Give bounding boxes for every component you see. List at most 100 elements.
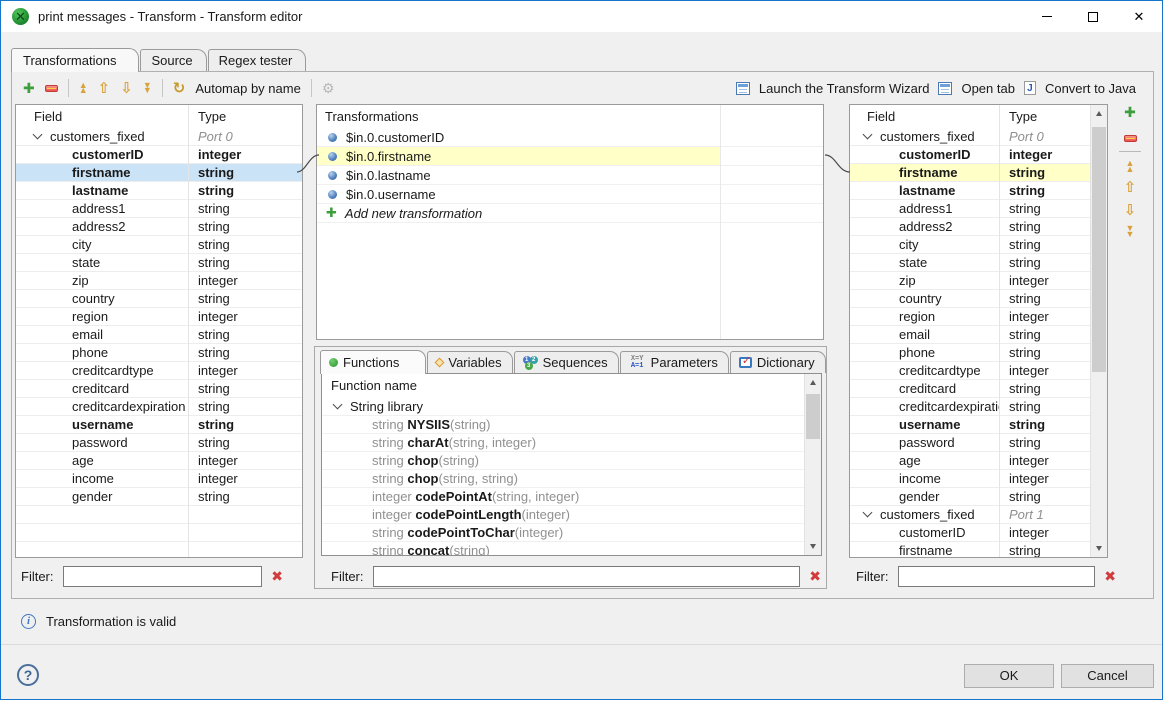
field-row-creditcardtype[interactable]: creditcardtypeinteger — [16, 362, 302, 380]
help-button[interactable]: ? — [17, 664, 39, 686]
field-column-header[interactable]: Field — [16, 105, 188, 128]
field-row-customerID[interactable]: customerIDinteger — [850, 524, 1090, 542]
transformations-header[interactable]: Transformations — [317, 105, 823, 128]
tab-source[interactable]: Source — [140, 49, 206, 71]
field-row-income[interactable]: incomeinteger — [850, 470, 1090, 488]
function-row[interactable]: integer codePointAt(string, integer) — [322, 488, 804, 506]
remove-icon[interactable] — [45, 85, 58, 92]
automap-by-name-button[interactable]: Automap by name — [195, 81, 301, 96]
ok-button[interactable]: OK — [964, 664, 1054, 688]
maximize-button[interactable] — [1070, 1, 1116, 32]
field-row-country[interactable]: countrystring — [850, 290, 1090, 308]
field-row-creditcardtype[interactable]: creditcardtypeinteger — [850, 362, 1090, 380]
field-row-region[interactable]: regioninteger — [850, 308, 1090, 326]
field-row-zip[interactable]: zipinteger — [16, 272, 302, 290]
transformation-row[interactable]: $in.0.lastname — [317, 166, 823, 185]
titlebar[interactable]: print messages - Transform - Transform e… — [1, 1, 1162, 32]
function-row[interactable]: integer codePointLength(integer) — [322, 506, 804, 524]
field-row-customerID[interactable]: customerIDinteger — [16, 146, 302, 164]
clear-filter-icon[interactable]: ✖ — [809, 568, 821, 585]
field-row-username[interactable]: usernamestring — [850, 416, 1090, 434]
field-row-address1[interactable]: address1string — [16, 200, 302, 218]
function-row[interactable]: string codePointToChar(integer) — [322, 524, 804, 542]
tab-dictionary[interactable]: Dictionary — [730, 351, 826, 373]
field-row-creditcardexpiration[interactable]: creditcardexpirationstring — [16, 398, 302, 416]
field-row-gender[interactable]: genderstring — [16, 488, 302, 506]
field-row-address1[interactable]: address1string — [850, 200, 1090, 218]
move-down-icon[interactable]: ⇩ — [120, 81, 133, 96]
scroll-down-button[interactable] — [805, 538, 821, 555]
function-library-group[interactable]: String library — [322, 398, 804, 416]
move-bottom-icon[interactable]: ▼▼ — [143, 83, 152, 94]
function-list-scrollbar[interactable] — [804, 374, 821, 555]
add-icon[interactable]: ✚ — [23, 81, 35, 95]
add-field-icon[interactable]: ✚ — [1124, 105, 1136, 119]
tab-transformations[interactable]: Transformations — [11, 48, 139, 72]
clear-filter-icon[interactable]: ✖ — [271, 568, 283, 585]
convert-to-java-button[interactable]: Convert to Java — [1045, 81, 1136, 96]
field-row-age[interactable]: ageinteger — [16, 452, 302, 470]
function-list-header[interactable]: Function name — [322, 374, 821, 398]
automap-icon[interactable]: ↻ — [173, 79, 186, 97]
close-button[interactable]: ✕ — [1116, 1, 1162, 32]
field-row-address2[interactable]: address2string — [16, 218, 302, 236]
field-row-income[interactable]: incomeinteger — [16, 470, 302, 488]
field-row-age[interactable]: ageinteger — [850, 452, 1090, 470]
field-row-zip[interactable]: zipinteger — [850, 272, 1090, 290]
field-row-customerID[interactable]: customerIDinteger — [850, 146, 1090, 164]
scroll-up-button[interactable] — [805, 374, 821, 391]
scroll-down-button[interactable] — [1091, 540, 1107, 557]
field-row-firstname[interactable]: firstnamestring — [16, 164, 302, 182]
field-row-email[interactable]: emailstring — [850, 326, 1090, 344]
field-row-lastname[interactable]: lastnamestring — [16, 182, 302, 200]
scroll-up-button[interactable] — [1091, 105, 1107, 122]
field-row-password[interactable]: passwordstring — [16, 434, 302, 452]
launch-wizard-button[interactable]: Launch the Transform Wizard — [759, 81, 930, 96]
function-row[interactable]: string concat(string) — [322, 542, 804, 556]
function-filter-field[interactable] — [373, 566, 801, 587]
output-table-scrollbar[interactable] — [1090, 105, 1107, 557]
type-column-header[interactable]: Type — [188, 105, 302, 128]
field-row-phone[interactable]: phonestring — [850, 344, 1090, 362]
minimize-button[interactable] — [1024, 1, 1070, 32]
field-row-password[interactable]: passwordstring — [850, 434, 1090, 452]
move-down-icon[interactable]: ⇩ — [1124, 203, 1137, 218]
tab-functions[interactable]: Functions — [320, 350, 426, 374]
add-new-transformation-row[interactable]: ✚Add new transformation — [317, 204, 823, 223]
tab-sequences[interactable]: Sequences — [514, 351, 619, 373]
function-row[interactable]: string charAt(string, integer) — [322, 434, 804, 452]
clear-filter-icon[interactable]: ✖ — [1104, 568, 1116, 585]
transformation-row[interactable]: $in.0.username — [317, 185, 823, 204]
field-row-creditcardexpiration[interactable]: creditcardexpirationstring — [850, 398, 1090, 416]
field-column-header[interactable]: Field — [850, 105, 999, 128]
settings-gear-icon[interactable]: ⚙ — [322, 80, 335, 97]
field-row-gender[interactable]: genderstring — [850, 488, 1090, 506]
field-row-firstname[interactable]: firstnamestring — [850, 164, 1090, 182]
record-group-row[interactable]: customers_fixedPort 0 — [16, 128, 302, 146]
scrollbar-thumb[interactable] — [806, 394, 820, 439]
output-filter-field[interactable] — [898, 566, 1096, 587]
move-top-icon[interactable]: ▲▲ — [1126, 161, 1135, 172]
collapse-chevron-icon[interactable] — [33, 130, 43, 140]
scrollbar-thumb[interactable] — [1092, 127, 1106, 372]
field-row-state[interactable]: statestring — [16, 254, 302, 272]
move-top-icon[interactable]: ▲▲ — [79, 83, 88, 94]
field-row-firstname[interactable]: firstnamestring — [850, 542, 1090, 558]
move-up-icon[interactable]: ⇧ — [98, 81, 111, 96]
cancel-button[interactable]: Cancel — [1061, 664, 1154, 688]
remove-field-icon[interactable] — [1124, 135, 1137, 142]
record-group-row[interactable]: customers_fixedPort 1 — [850, 506, 1090, 524]
field-row-country[interactable]: countrystring — [16, 290, 302, 308]
field-row-address2[interactable]: address2string — [850, 218, 1090, 236]
transformation-row[interactable]: $in.0.firstname — [317, 147, 823, 166]
tab-variables[interactable]: Variables — [427, 351, 512, 373]
move-up-icon[interactable]: ⇧ — [1124, 180, 1137, 195]
collapse-chevron-icon[interactable] — [333, 400, 343, 410]
field-row-phone[interactable]: phonestring — [16, 344, 302, 362]
transformation-row[interactable]: $in.0.customerID — [317, 128, 823, 147]
field-row-lastname[interactable]: lastnamestring — [850, 182, 1090, 200]
field-row-username[interactable]: usernamestring — [16, 416, 302, 434]
move-bottom-icon[interactable]: ▼▼ — [1126, 226, 1135, 237]
input-filter-field[interactable] — [63, 566, 263, 587]
collapse-chevron-icon[interactable] — [863, 508, 873, 518]
